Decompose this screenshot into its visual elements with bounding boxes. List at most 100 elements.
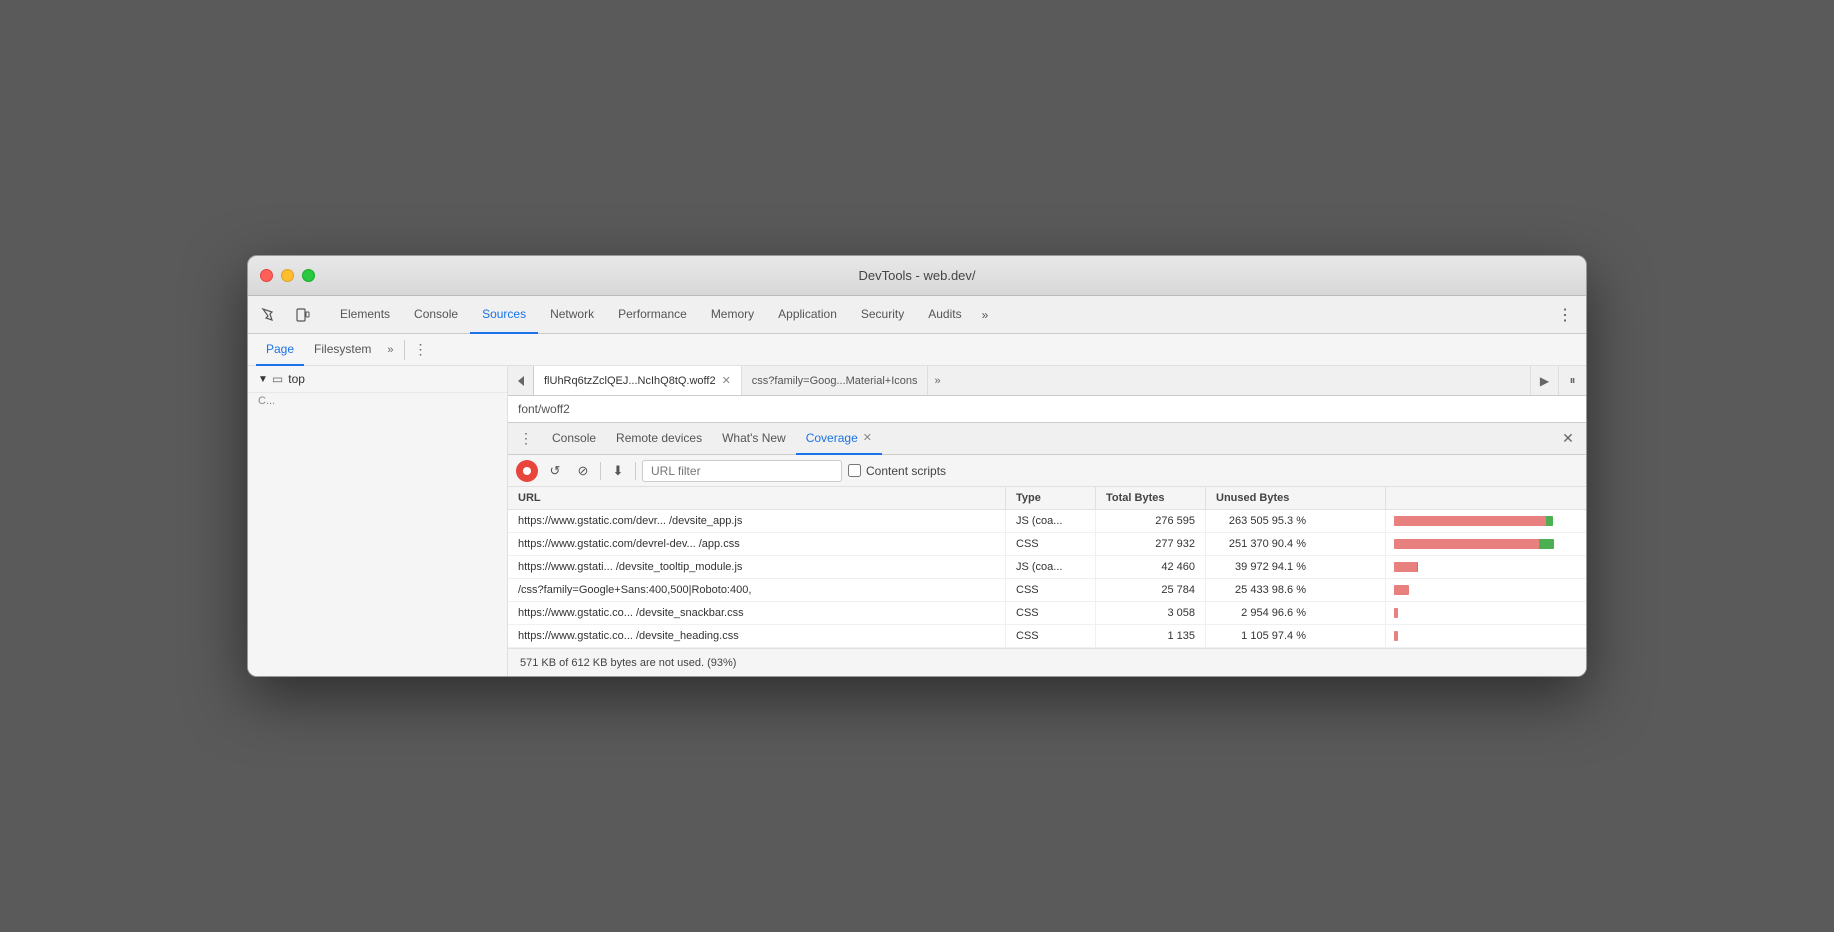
drawer-tab-coverage[interactable]: Coverage ✕ xyxy=(796,423,882,455)
row-url: https://www.gstati... /devsite_tooltip_m… xyxy=(508,556,1006,578)
tab-sources[interactable]: Sources xyxy=(470,296,538,334)
coverage-toolbar: ↺ ⊘ ⬇ Content scripts xyxy=(508,455,1586,487)
row-type: CSS xyxy=(1006,533,1096,555)
drawer-tab-whats-new[interactable]: What's New xyxy=(712,423,796,455)
tab-audits[interactable]: Audits xyxy=(916,296,973,334)
row-unused-bytes: 263 505 95.3 % xyxy=(1206,510,1386,532)
devtools-menu-icon[interactable]: ⋮ xyxy=(1552,302,1578,328)
sources-more-tabs-button[interactable]: » xyxy=(381,344,399,356)
row-url: https://www.gstatic.co... /devsite_headi… xyxy=(508,625,1006,647)
file-tab-css-icons[interactable]: css?family=Goog...Material+Icons xyxy=(742,366,929,396)
maximize-button[interactable] xyxy=(302,269,315,282)
drawer-tab-console[interactable]: Console xyxy=(542,423,606,455)
row-url: https://www.gstatic.com/devrel-dev... /a… xyxy=(508,533,1006,555)
devtools-window: DevTools - web.dev/ Elements Console xyxy=(247,255,1587,677)
top-folder[interactable]: ▼ ▭ top xyxy=(248,366,507,393)
sources-toolbar: Page Filesystem » ⋮ xyxy=(248,334,1586,366)
coverage-reload-button[interactable]: ↺ xyxy=(544,460,566,482)
row-type: CSS xyxy=(1006,579,1096,601)
row-total-bytes: 277 932 xyxy=(1096,533,1206,555)
coverage-export-button[interactable]: ⬇ xyxy=(607,460,629,482)
tab-security[interactable]: Security xyxy=(849,296,916,334)
file-tab-woff2-close[interactable]: ✕ xyxy=(722,374,731,387)
window-title: DevTools - web.dev/ xyxy=(858,268,975,283)
traffic-lights xyxy=(260,269,315,282)
content-scripts-toggle[interactable]: Content scripts xyxy=(848,464,946,478)
coverage-tab-close[interactable]: ✕ xyxy=(863,431,872,444)
table-row[interactable]: https://www.gstati... /devsite_tooltip_m… xyxy=(508,556,1586,579)
device-toggle-icon[interactable] xyxy=(290,302,316,328)
row-unused-bytes: 2 954 96.6 % xyxy=(1206,602,1386,624)
table-row[interactable]: https://www.gstatic.co... /devsite_snack… xyxy=(508,602,1586,625)
table-row[interactable]: https://www.gstatic.co... /devsite_headi… xyxy=(508,625,1586,648)
row-unused-bytes: 1 105 97.4 % xyxy=(1206,625,1386,647)
row-total-bytes: 25 784 xyxy=(1096,579,1206,601)
tab-performance[interactable]: Performance xyxy=(606,296,699,334)
tab-network[interactable]: Network xyxy=(538,296,606,334)
left-nav-panel: ▼ ▭ top C... xyxy=(248,366,508,676)
breadcrumb-label: font/woff2 xyxy=(508,396,1586,422)
file-tabs-bar: flUhRq6tzZclQEJ...NcIhQ8tQ.woff2 ✕ css?f… xyxy=(508,366,1586,396)
drawer-menu-icon[interactable]: ⋮ xyxy=(514,427,538,451)
toolbar-divider xyxy=(404,340,405,360)
file-tab-woff2[interactable]: flUhRq6tzZclQEJ...NcIhQ8tQ.woff2 ✕ xyxy=(534,366,742,396)
content-scripts-checkbox[interactable] xyxy=(848,464,861,477)
sources-tab-page[interactable]: Page xyxy=(256,334,304,366)
row-bar-cell xyxy=(1386,579,1586,601)
coverage-panel: ↺ ⊘ ⬇ Content scripts xyxy=(508,455,1586,676)
toolbar-separator-2 xyxy=(635,462,636,480)
tabbar-icons xyxy=(256,302,316,328)
main-tabbar: Elements Console Sources Network Perform… xyxy=(248,296,1586,334)
run-snippet-button[interactable]: ▶ xyxy=(1530,366,1558,396)
url-filter-input[interactable] xyxy=(642,460,842,482)
row-type: JS (coa... xyxy=(1006,510,1096,532)
pause-button[interactable]: ⏸ xyxy=(1558,366,1586,396)
col-header-unused: Unused Bytes xyxy=(1206,487,1386,509)
coverage-record-button[interactable] xyxy=(516,460,538,482)
bottom-drawer: ⋮ Console Remote devices What's New Cove… xyxy=(508,422,1586,676)
drawer-tabbar: ⋮ Console Remote devices What's New Cove… xyxy=(508,423,1586,455)
tab-application[interactable]: Application xyxy=(766,296,849,334)
coverage-cancel-button[interactable]: ⊘ xyxy=(572,460,594,482)
row-total-bytes: 276 595 xyxy=(1096,510,1206,532)
tab-memory[interactable]: Memory xyxy=(699,296,766,334)
row-total-bytes: 3 058 xyxy=(1096,602,1206,624)
left-nav-partial-row: C... xyxy=(248,393,507,409)
col-header-total: Total Bytes xyxy=(1096,487,1206,509)
tab-console[interactable]: Console xyxy=(402,296,470,334)
file-tab-back-button[interactable] xyxy=(508,366,534,396)
row-url: https://www.gstatic.com/devr... /devsite… xyxy=(508,510,1006,532)
table-row[interactable]: https://www.gstatic.com/devrel-dev... /a… xyxy=(508,533,1586,556)
right-main-panel: flUhRq6tzZclQEJ...NcIhQ8tQ.woff2 ✕ css?f… xyxy=(508,366,1586,676)
row-total-bytes: 1 135 xyxy=(1096,625,1206,647)
top-folder-label: top xyxy=(288,372,305,386)
row-bar-cell xyxy=(1386,510,1586,532)
close-button[interactable] xyxy=(260,269,273,282)
row-bar-cell xyxy=(1386,556,1586,578)
split-area: ▼ ▭ top C... flUhRq6tzZclQEJ...NcIhQ8tQ.… xyxy=(248,366,1586,676)
folder-arrow-icon: ▼ xyxy=(258,374,268,385)
row-type: CSS xyxy=(1006,602,1096,624)
inspect-icon[interactable] xyxy=(256,302,282,328)
drawer-tab-remote-devices[interactable]: Remote devices xyxy=(606,423,712,455)
row-unused-bytes: 251 370 90.4 % xyxy=(1206,533,1386,555)
sources-tab-filesystem[interactable]: Filesystem xyxy=(304,334,381,366)
row-url: /css?family=Google+Sans:400,500|Roboto:4… xyxy=(508,579,1006,601)
row-bar-cell xyxy=(1386,533,1586,555)
status-bar: 571 KB of 612 KB bytes are not used. (93… xyxy=(508,648,1586,676)
coverage-rows: https://www.gstatic.com/devr... /devsite… xyxy=(508,510,1586,648)
table-row[interactable]: https://www.gstatic.com/devr... /devsite… xyxy=(508,510,1586,533)
folder-icon: ▭ xyxy=(272,372,283,386)
table-row[interactable]: /css?family=Google+Sans:400,500|Roboto:4… xyxy=(508,579,1586,602)
sources-menu-icon[interactable]: ⋮ xyxy=(409,338,433,362)
tab-elements[interactable]: Elements xyxy=(328,296,402,334)
row-url: https://www.gstatic.co... /devsite_snack… xyxy=(508,602,1006,624)
minimize-button[interactable] xyxy=(281,269,294,282)
col-header-url: URL xyxy=(508,487,1006,509)
more-tabs-button[interactable]: » xyxy=(974,308,997,322)
row-bar-cell xyxy=(1386,625,1586,647)
table-header: URL Type Total Bytes Unused Bytes xyxy=(508,487,1586,510)
drawer-close-button[interactable]: ✕ xyxy=(1556,427,1580,451)
titlebar: DevTools - web.dev/ xyxy=(248,256,1586,296)
file-tabs-more-button[interactable]: » xyxy=(928,375,946,387)
